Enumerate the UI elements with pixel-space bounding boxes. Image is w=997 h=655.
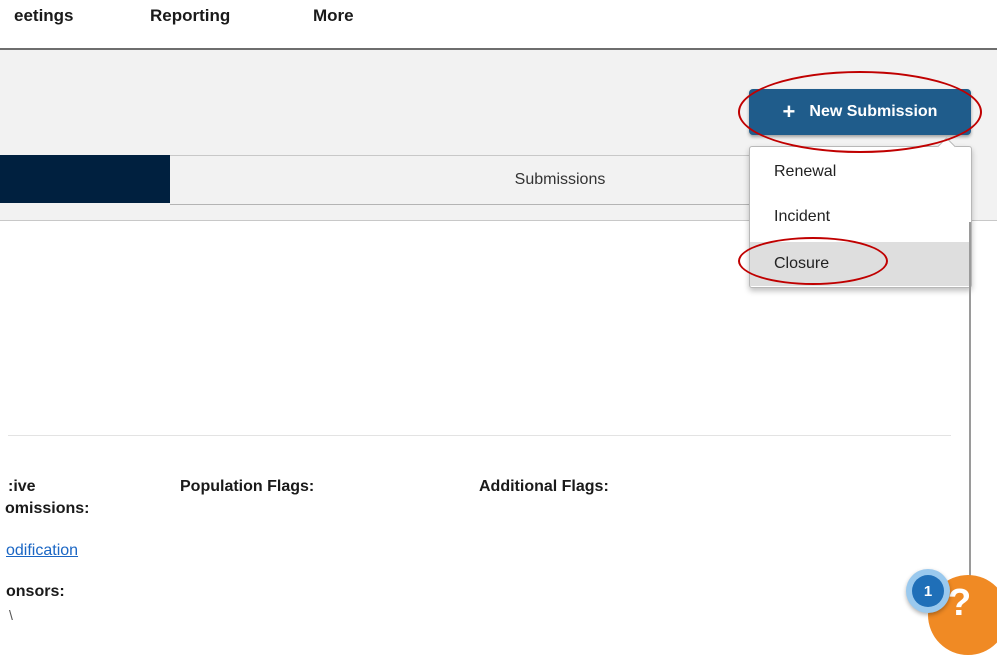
- section-divider: [8, 435, 951, 436]
- sponsors-label: onsors:: [6, 583, 65, 600]
- menu-item-incident[interactable]: Incident: [750, 195, 971, 239]
- menu-item-closure[interactable]: Closure: [750, 242, 971, 286]
- help-icon: ?: [948, 582, 972, 624]
- modification-link[interactable]: odification: [6, 542, 78, 560]
- active-submissions-label-line1: :ive: [8, 478, 36, 495]
- nav-item-reporting[interactable]: Reporting: [150, 6, 230, 26]
- active-submissions-label-line2: omissions:: [5, 500, 90, 517]
- panel-border: [969, 222, 971, 623]
- sponsors-value: \: [9, 607, 13, 623]
- tab-submissions-label: Submissions: [514, 171, 606, 188]
- plus-icon: +: [782, 99, 796, 124]
- tab-active[interactable]: [0, 155, 170, 203]
- new-submission-label: New Submission: [809, 103, 938, 120]
- menu-item-renewal[interactable]: Renewal: [750, 150, 971, 194]
- new-submission-dropdown: Renewal Incident Closure: [749, 146, 972, 288]
- additional-flags-label: Additional Flags:: [479, 478, 609, 495]
- nav-item-more[interactable]: More: [313, 6, 354, 26]
- top-nav: eetings Reporting More: [0, 0, 997, 50]
- new-submission-button[interactable]: + New Submission: [749, 89, 971, 135]
- notification-badge[interactable]: 1: [912, 575, 944, 607]
- nav-item-meetings[interactable]: eetings: [14, 6, 74, 26]
- population-flags-label: Population Flags:: [180, 478, 315, 495]
